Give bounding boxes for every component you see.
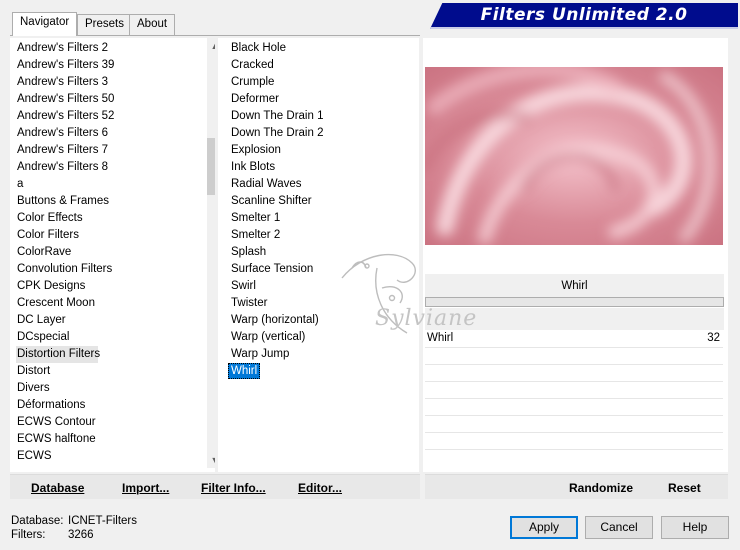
category-item[interactable]: Andrew's Filters 2: [10, 40, 215, 57]
filter-item[interactable]: Cracked: [218, 57, 419, 74]
category-item[interactable]: Déformations: [10, 397, 215, 414]
database-button[interactable]: Database: [31, 481, 84, 495]
category-item[interactable]: Color Filters: [10, 227, 215, 244]
category-item[interactable]: Andrew's Filters 8: [10, 159, 215, 176]
category-item[interactable]: ECWS halftone: [10, 431, 215, 448]
tab-presets[interactable]: Presets: [77, 14, 132, 35]
category-item[interactable]: ECWS: [10, 448, 215, 465]
category-list[interactable]: Andrew's Filters 2 Andrew's Filters 39 And…: [10, 38, 215, 472]
category-item[interactable]: a: [10, 176, 215, 193]
database-status-label: Database:: [11, 515, 64, 527]
category-item[interactable]: DC Layer: [10, 312, 215, 329]
randomize-button[interactable]: Randomize: [569, 481, 633, 495]
tab-label: Presets: [85, 18, 124, 30]
header-banner: Filters Unlimited 2.0: [430, 3, 738, 29]
category-item[interactable]: Convolution Filters: [10, 261, 215, 278]
category-item[interactable]: Buttons & Frames: [10, 193, 215, 210]
filter-item[interactable]: Whirl: [218, 363, 419, 380]
tab-label: About: [137, 18, 168, 30]
filter-item[interactable]: Crumple: [218, 74, 419, 91]
category-item[interactable]: Distortion Filters: [16, 346, 100, 363]
preview-image: [425, 67, 723, 245]
category-item[interactable]: ColorRave: [10, 244, 215, 261]
reset-button[interactable]: Reset: [668, 481, 701, 495]
scroll-down-icon[interactable]: ▼: [207, 452, 215, 468]
filter-item[interactable]: Warp Jump: [218, 346, 419, 363]
tab-navigator[interactable]: Navigator: [12, 12, 78, 36]
scroll-up-icon[interactable]: ▲: [207, 38, 215, 54]
category-item[interactable]: ECWS Contour: [10, 414, 215, 431]
param-value: 32: [707, 332, 720, 344]
category-item[interactable]: Crescent Moon: [10, 295, 215, 312]
filter-item[interactable]: Black Hole: [218, 40, 419, 57]
category-scrollbar[interactable]: ▲ ▼: [207, 38, 215, 468]
filter-item[interactable]: Down The Drain 2: [218, 125, 419, 142]
filter-item[interactable]: Ink Blots: [218, 159, 419, 176]
category-item[interactable]: Andrew's Filters 3: [10, 74, 215, 91]
database-status-value: ICNET-Filters: [68, 515, 137, 527]
watermark-text: Sylviane: [375, 306, 478, 331]
category-item[interactable]: DCspecial: [10, 329, 215, 346]
filters-count-value: 3266: [68, 529, 94, 541]
import-button[interactable]: Import...: [122, 481, 169, 495]
watermark-flourish: [341, 253, 416, 334]
filter-item[interactable]: Scanline Shifter: [218, 193, 419, 210]
tab-about[interactable]: About: [129, 14, 176, 35]
filter-item[interactable]: Radial Waves: [218, 176, 419, 193]
apply-button[interactable]: Apply: [510, 516, 578, 539]
app-title: Filters Unlimited 2.0: [480, 5, 688, 25]
category-item[interactable]: Andrew's Filters 39: [10, 57, 215, 74]
filter-item[interactable]: Smelter 1: [218, 210, 419, 227]
filters-count-label: Filters:: [11, 529, 46, 541]
category-item[interactable]: Andrew's Filters 50: [10, 91, 215, 108]
filter-info-button[interactable]: Filter Info...: [201, 481, 266, 495]
category-item[interactable]: Andrew's Filters 6: [10, 125, 215, 142]
editor-button[interactable]: Editor...: [298, 481, 342, 495]
category-item[interactable]: Andrew's Filters 52: [10, 108, 215, 125]
category-item[interactable]: Andrew's Filters 7: [10, 142, 215, 159]
category-item[interactable]: CPK Designs: [10, 278, 215, 295]
filter-item[interactable]: Down The Drain 1: [218, 108, 419, 125]
cancel-button[interactable]: Cancel: [585, 516, 653, 539]
scroll-thumb[interactable]: [207, 138, 215, 195]
tab-label: Navigator: [20, 16, 70, 28]
filter-item-label: Whirl: [228, 363, 261, 379]
category-item[interactable]: Divers: [10, 380, 215, 397]
category-item[interactable]: Distort: [10, 363, 215, 380]
category-item[interactable]: Color Effects: [10, 210, 215, 227]
category-items: Andrew's Filters 2 Andrew's Filters 39 And…: [10, 40, 215, 465]
help-button[interactable]: Help: [661, 516, 729, 539]
filter-item[interactable]: Deformer: [218, 91, 419, 108]
filter-item[interactable]: Explosion: [218, 142, 419, 159]
